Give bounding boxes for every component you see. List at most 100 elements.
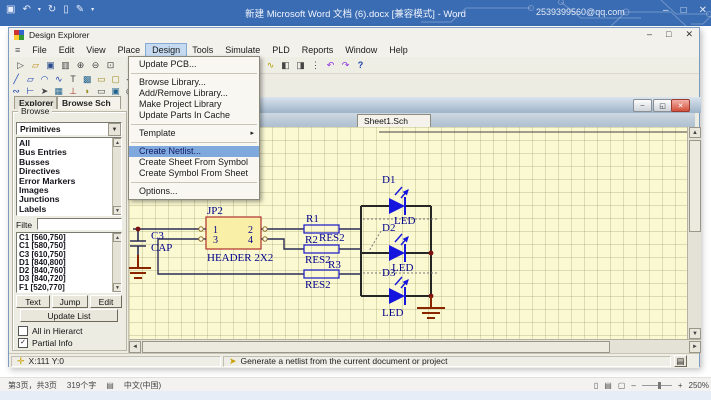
text-button[interactable]: Text bbox=[16, 295, 50, 308]
simulate-probe-icon[interactable]: ∿ bbox=[263, 58, 278, 72]
ground-symbol-right[interactable] bbox=[417, 296, 445, 318]
menu-item-create-symbol-from-sheet[interactable]: Create Symbol From Sheet bbox=[129, 168, 259, 179]
document-system-menu-icon[interactable]: ≡ bbox=[15, 45, 20, 55]
save-document-icon[interactable]: ▣ bbox=[43, 58, 58, 72]
checkbox-check-icon[interactable]: ✓ bbox=[18, 338, 28, 348]
zoom-area-icon[interactable]: ⊡ bbox=[103, 58, 118, 72]
word-minimize-button[interactable]: – bbox=[663, 5, 669, 16]
menu-design[interactable]: Design bbox=[146, 44, 186, 56]
primitives-list[interactable]: C1 [560,750] C1 [580,750] C3 [610,750] D… bbox=[16, 232, 122, 293]
menu-item-template[interactable]: Template ▸ bbox=[129, 128, 259, 139]
zoom-in-icon[interactable]: ⊕ bbox=[73, 58, 88, 72]
scroll-down-icon[interactable]: ▼ bbox=[689, 328, 701, 339]
layer-stack-icon[interactable]: ◧ bbox=[278, 58, 293, 72]
ground-symbol-left[interactable] bbox=[129, 255, 151, 278]
de-minimize-button[interactable]: – bbox=[647, 29, 652, 40]
word-word-count[interactable]: 319个字 bbox=[67, 380, 96, 391]
menu-item-update-pcb[interactable]: Update PCB... bbox=[129, 59, 259, 70]
scroll-down-icon[interactable]: ▼ bbox=[113, 283, 122, 292]
scroll-right-icon[interactable]: ► bbox=[689, 341, 701, 353]
draw-filled-rect-icon[interactable]: ▩ bbox=[80, 73, 94, 85]
de-maximize-button[interactable]: □ bbox=[666, 29, 671, 40]
scroll-left-icon[interactable]: ◄ bbox=[129, 341, 141, 353]
list-scrollbar[interactable]: ▲ ▼ bbox=[112, 233, 121, 292]
draw-arc-icon[interactable]: ◠ bbox=[37, 73, 51, 85]
part-browser-icon[interactable]: ⋮ bbox=[308, 58, 323, 72]
primitive-types-list[interactable]: All Bus Entries Busses Directives Error … bbox=[16, 137, 122, 216]
draw-curve-icon[interactable]: ∿ bbox=[52, 73, 66, 85]
proofing-icon[interactable]: ▤ bbox=[106, 381, 114, 390]
menu-file[interactable]: File bbox=[26, 44, 53, 56]
vertical-scroll-thumb[interactable] bbox=[689, 140, 701, 232]
draw-round-rect-icon[interactable]: ▢ bbox=[109, 73, 123, 85]
menu-place[interactable]: Place bbox=[112, 44, 147, 56]
zoom-slider-thumb[interactable] bbox=[658, 382, 661, 389]
scroll-up-icon[interactable]: ▲ bbox=[689, 127, 701, 138]
layer-pairs-icon[interactable]: ◨ bbox=[293, 58, 308, 72]
print-layout-icon[interactable]: ▤ bbox=[604, 381, 612, 390]
mdi-restore-button[interactable]: ◱ bbox=[653, 99, 672, 112]
read-mode-icon[interactable]: ▯ bbox=[594, 381, 598, 390]
update-list-button[interactable]: Update List bbox=[20, 309, 118, 322]
menu-edit[interactable]: Edit bbox=[53, 44, 81, 56]
menu-reports[interactable]: Reports bbox=[296, 44, 340, 56]
open-document-icon[interactable]: ▱ bbox=[28, 58, 43, 72]
menu-pld[interactable]: PLD bbox=[266, 44, 296, 56]
undo-tool-icon[interactable]: ↶ bbox=[323, 58, 338, 72]
cursor-tool-icon[interactable]: ▷ bbox=[13, 58, 28, 72]
horizontal-scroll-thumb[interactable] bbox=[142, 341, 610, 353]
menu-simulate[interactable]: Simulate bbox=[219, 44, 266, 56]
zoom-out-icon[interactable]: ⊖ bbox=[88, 58, 103, 72]
filter-input[interactable] bbox=[37, 218, 122, 230]
help-notes-button[interactable]: ▤ bbox=[674, 355, 687, 367]
scroll-up-icon[interactable]: ▲ bbox=[113, 138, 122, 147]
word-account[interactable]: 2539399560@qq.com bbox=[536, 7, 625, 17]
word-maximize-button[interactable]: □ bbox=[681, 5, 687, 16]
draw-rect-icon[interactable]: ▭ bbox=[94, 73, 108, 85]
menu-item-update-parts-in-cache[interactable]: Update Parts In Cache bbox=[129, 110, 259, 121]
chevron-down-icon[interactable]: ▼ bbox=[108, 123, 121, 136]
component-jp2[interactable]: 1 2 3 4 JP2 HEADER 2X2 bbox=[199, 205, 274, 264]
edit-button[interactable]: Edit bbox=[90, 295, 122, 308]
browse-mode-select[interactable]: Primitives ▼ bbox=[16, 122, 122, 135]
menu-item-options[interactable]: Options... bbox=[129, 186, 259, 197]
menu-item-create-netlist[interactable]: Create Netlist... bbox=[129, 146, 259, 157]
word-language[interactable]: 中文(中国) bbox=[124, 380, 161, 391]
redo-tool-icon[interactable]: ↷ bbox=[338, 58, 353, 72]
mdi-minimize-button[interactable]: – bbox=[633, 99, 652, 112]
word-page-indicator[interactable]: 第3页，共3页 bbox=[8, 380, 57, 391]
zoom-slider[interactable] bbox=[642, 385, 672, 386]
help-tool-icon[interactable]: ? bbox=[353, 58, 368, 72]
word-close-button[interactable]: ✕ bbox=[699, 5, 707, 16]
all-in-hierarchy-checkbox[interactable]: All in Hierarct bbox=[18, 326, 83, 336]
web-layout-icon[interactable]: ▢ bbox=[618, 381, 626, 390]
canvas-vertical-scrollbar[interactable]: ▲ ▼ bbox=[687, 127, 701, 339]
jump-button[interactable]: Jump bbox=[52, 295, 88, 308]
menu-view[interactable]: View bbox=[80, 44, 111, 56]
zoom-out-button[interactable]: – bbox=[631, 381, 635, 390]
checkbox-box[interactable] bbox=[18, 326, 28, 336]
component-c3[interactable]: C3 CAP bbox=[130, 229, 172, 255]
print-icon[interactable]: ▥ bbox=[58, 58, 73, 72]
draw-text-icon[interactable]: T bbox=[66, 73, 80, 85]
scroll-up-icon[interactable]: ▲ bbox=[113, 233, 122, 242]
menu-item-add-remove-library[interactable]: Add/Remove Library... bbox=[129, 88, 259, 99]
partial-info-checkbox[interactable]: ✓ Partial Info bbox=[18, 338, 73, 348]
de-titlebar[interactable]: Design Explorer – □ ✕ bbox=[9, 28, 699, 44]
draw-line-icon[interactable]: ╱ bbox=[9, 73, 23, 85]
zoom-percentage[interactable]: 250% bbox=[689, 381, 709, 390]
menu-item-browse-library[interactable]: Browse Library... bbox=[129, 77, 259, 88]
tab-sheet1[interactable]: Sheet1.Sch bbox=[357, 114, 431, 127]
scroll-down-icon[interactable]: ▼ bbox=[113, 206, 122, 215]
zoom-in-button[interactable]: + bbox=[678, 381, 683, 390]
menu-window[interactable]: Window bbox=[339, 44, 383, 56]
de-close-button[interactable]: ✕ bbox=[685, 29, 693, 40]
list-scrollbar[interactable]: ▲ ▼ bbox=[112, 138, 121, 215]
component-d3[interactable]: D3 LED bbox=[382, 267, 408, 319]
list-item[interactable]: F1 [520,770] bbox=[19, 284, 121, 292]
menu-item-make-project-library[interactable]: Make Project Library bbox=[129, 99, 259, 110]
mdi-close-button[interactable]: ✕ bbox=[671, 99, 690, 112]
tab-browse-sch[interactable]: Browse Sch bbox=[57, 96, 121, 109]
canvas-horizontal-scrollbar[interactable]: ◄ ► bbox=[129, 339, 701, 353]
menu-help[interactable]: Help bbox=[383, 44, 414, 56]
